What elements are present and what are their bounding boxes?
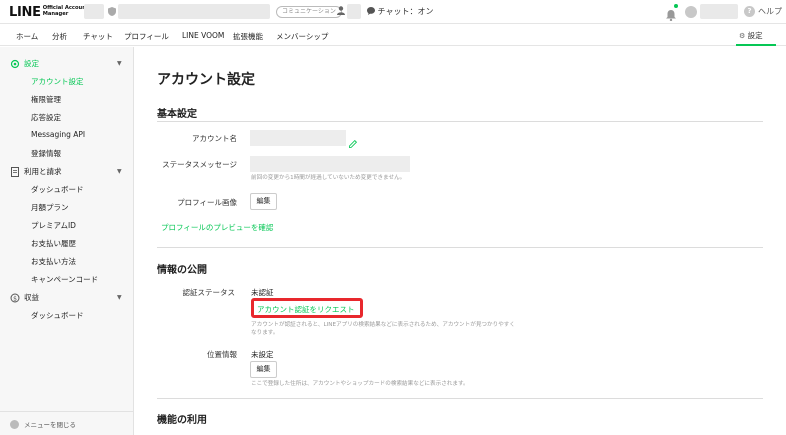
nav-settings-label: 設定 bbox=[747, 31, 763, 40]
divider bbox=[157, 121, 763, 122]
verify-hint-line-2: なります。 bbox=[251, 330, 279, 336]
status-message-field bbox=[250, 156, 410, 172]
line-logo[interactable]: LINE Official Account Manager bbox=[9, 3, 89, 21]
main-content: アカウント設定 基本設定 アカウント名 ステータスメッセージ 前回の変更から1時… bbox=[134, 47, 786, 435]
sidebar-item-monthly-plan[interactable]: 月額プラン bbox=[31, 202, 69, 213]
verify-status-value: 未認証 bbox=[251, 288, 274, 297]
nav-profile[interactable]: プロフィール bbox=[124, 31, 169, 42]
pencil-icon[interactable] bbox=[348, 133, 358, 149]
account-icon-placeholder bbox=[84, 4, 104, 19]
sidebar-group-billing[interactable]: 利用と請求 bbox=[10, 166, 62, 177]
divider bbox=[157, 398, 763, 399]
sidebar-group-settings-label: 設定 bbox=[24, 59, 39, 68]
sidebar-group-revenue-label: 収益 bbox=[24, 293, 39, 302]
nav-active-indicator bbox=[736, 44, 776, 46]
sidebar-item-response-settings[interactable]: 応答設定 bbox=[31, 112, 61, 123]
nav-line-voom[interactable]: LINE VOOM bbox=[182, 31, 224, 40]
chat-bubble-icon bbox=[367, 7, 375, 15]
sidebar-group-billing-label: 利用と請求 bbox=[24, 167, 62, 176]
nav-chat[interactable]: チャット bbox=[83, 31, 113, 42]
coin-icon: $ bbox=[10, 293, 20, 303]
account-name-field bbox=[250, 130, 346, 146]
member-count-placeholder bbox=[347, 4, 361, 19]
gear-icon: ⚙ bbox=[739, 32, 746, 40]
profile-preview-link[interactable]: プロフィールのプレビューを確認 bbox=[161, 222, 273, 233]
page-title: アカウント設定 bbox=[157, 72, 255, 88]
chat-status[interactable]: チャット：オン bbox=[367, 6, 433, 17]
sidebar-item-revenue-dashboard[interactable]: ダッシュボード bbox=[31, 310, 84, 321]
section-basic-title: 基本設定 bbox=[157, 109, 197, 120]
location-value: 未設定 bbox=[251, 350, 274, 359]
sidebar-item-premium-id[interactable]: プレミアムID bbox=[31, 220, 76, 231]
profile-image-edit-button[interactable]: 編集 bbox=[250, 193, 277, 210]
account-name-placeholder[interactable] bbox=[118, 4, 270, 19]
sidebar: 設定 ▼ アカウント設定 権限管理 応答設定 Messaging API 登録情… bbox=[0, 47, 134, 435]
collapse-icon bbox=[10, 419, 19, 429]
help-icon[interactable]: ? bbox=[744, 6, 755, 17]
close-menu-button[interactable]: メニューを閉じる bbox=[10, 419, 76, 429]
logo-main: LINE bbox=[9, 4, 41, 20]
notification-dot bbox=[674, 4, 678, 8]
nav-settings[interactable]: ⚙ 設定 bbox=[739, 30, 763, 41]
nav-extensions[interactable]: 拡張機能 bbox=[233, 31, 263, 42]
svg-text:$: $ bbox=[13, 295, 17, 302]
chevron-down-icon[interactable]: ▼ bbox=[117, 60, 122, 67]
sidebar-group-revenue[interactable]: $ 収益 bbox=[10, 292, 39, 303]
nav-membership[interactable]: メンバーシップ bbox=[276, 31, 328, 42]
gear-icon bbox=[10, 59, 20, 69]
account-name-label: アカウント名 bbox=[192, 134, 237, 143]
main-nav: ホーム 分析 チャット プロフィール LINE VOOM 拡張機能 メンバーシッ… bbox=[0, 24, 786, 46]
user-icon bbox=[337, 6, 345, 17]
help-label[interactable]: ヘルプ bbox=[758, 6, 782, 17]
location-hint: ここで登録した住所は、アカウントやショップカードの検索結果などに表示されます。 bbox=[251, 381, 469, 387]
sidebar-item-payment-method[interactable]: お支払い方法 bbox=[31, 256, 76, 267]
location-edit-button[interactable]: 編集 bbox=[250, 361, 277, 378]
verify-status-label: 認証ステータス bbox=[182, 288, 236, 297]
sidebar-item-campaign-code[interactable]: キャンペーンコード bbox=[31, 274, 98, 285]
sidebar-group-settings[interactable]: 設定 bbox=[10, 58, 39, 69]
sidebar-item-messaging-api[interactable]: Messaging API bbox=[31, 130, 85, 139]
location-label: 位置情報 bbox=[207, 350, 237, 359]
sidebar-item-registration-info[interactable]: 登録情報 bbox=[31, 148, 61, 159]
nav-analytics[interactable]: 分析 bbox=[52, 31, 67, 42]
sidebar-item-permissions[interactable]: 権限管理 bbox=[31, 94, 61, 105]
document-icon bbox=[10, 166, 20, 177]
divider bbox=[157, 247, 763, 248]
close-menu-label: メニューを閉じる bbox=[24, 421, 76, 429]
profile-image-label: プロフィール画像 bbox=[177, 198, 237, 207]
chevron-down-icon[interactable]: ▼ bbox=[117, 168, 122, 175]
shield-icon bbox=[108, 7, 116, 18]
status-message-hint: 前回の変更から1時間が経過していないため変更できません。 bbox=[251, 175, 406, 181]
logo-sub: Official Account Manager bbox=[42, 5, 89, 17]
chat-status-label: チャット：オン bbox=[377, 7, 434, 16]
top-bar: LINE Official Account Manager コミュニケーション … bbox=[0, 0, 786, 24]
chevron-down-icon[interactable]: ▼ bbox=[117, 294, 122, 301]
user-name-placeholder[interactable] bbox=[700, 4, 738, 19]
section-public-title: 情報の公開 bbox=[157, 265, 207, 276]
sidebar-divider bbox=[0, 411, 133, 412]
verify-hint-line-1: アカウントが認証されると、LINEアプリの検索結果などに表示されるため、アカウン… bbox=[251, 322, 515, 328]
request-verification-link[interactable]: アカウント認証をリクエスト bbox=[257, 304, 355, 315]
nav-home[interactable]: ホーム bbox=[16, 31, 38, 42]
avatar[interactable] bbox=[685, 6, 697, 18]
section-features-title: 機能の利用 bbox=[157, 415, 207, 426]
status-message-label: ステータスメッセージ bbox=[162, 160, 237, 169]
sidebar-item-billing-dashboard[interactable]: ダッシュボード bbox=[31, 184, 84, 195]
sidebar-item-payment-history[interactable]: お支払い履歴 bbox=[31, 238, 76, 249]
sidebar-item-account-settings[interactable]: アカウント設定 bbox=[31, 76, 84, 87]
communication-badge: コミュニケーション bbox=[276, 6, 342, 18]
